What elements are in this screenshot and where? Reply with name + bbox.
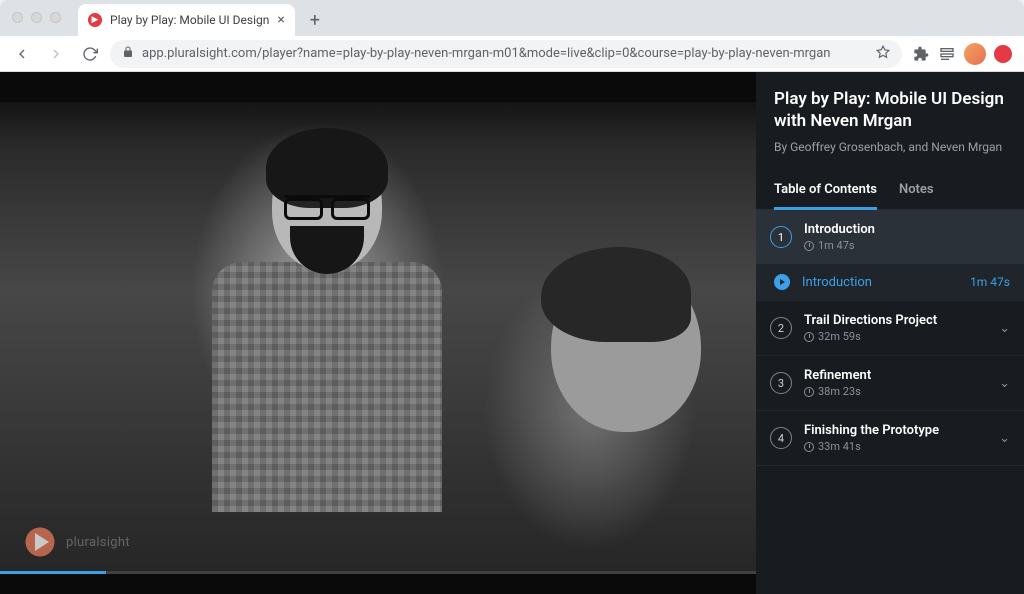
module-header[interactable]: 2 Trail Directions Project 32m 59s ⌄	[756, 301, 1024, 355]
browser-toolbar: app.pluralsight.com/player?name=play-by-…	[0, 36, 1024, 72]
chevron-down-icon: ⌄	[999, 376, 1010, 391]
course-header: Play by Play: Mobile UI Design with Neve…	[756, 72, 1024, 166]
reading-list-icon[interactable]	[938, 45, 956, 63]
module-number: 1	[770, 226, 792, 248]
address-bar[interactable]: app.pluralsight.com/player?name=play-by-…	[110, 40, 902, 68]
module-header[interactable]: 1 Introduction 1m 47s ⌄	[756, 210, 1024, 264]
titlebar: ▶ Play by Play: Mobile UI Design × +	[0, 0, 1024, 36]
video-progress-fill	[0, 571, 106, 574]
clock-icon	[804, 332, 814, 342]
window-controls	[12, 12, 61, 23]
module-4: 4 Finishing the Prototype 33m 41s ⌄	[756, 411, 1024, 466]
module-number: 2	[770, 317, 792, 339]
extension-badge-icon[interactable]	[994, 45, 1012, 63]
video-player[interactable]: pluralsight	[0, 72, 756, 594]
chevron-down-icon: ⌄	[999, 431, 1010, 446]
nav-reload-button[interactable]	[76, 40, 104, 68]
module-header[interactable]: 3 Refinement 38m 23s ⌄	[756, 356, 1024, 410]
video-subject-1	[212, 140, 442, 520]
video-frame	[0, 102, 756, 574]
nav-forward-button[interactable]	[42, 40, 70, 68]
bookmark-star-icon[interactable]	[876, 45, 890, 63]
favicon-icon: ▶	[88, 13, 102, 27]
watermark-text: pluralsight	[66, 535, 130, 550]
module-header[interactable]: 4 Finishing the Prototype 33m 41s ⌄	[756, 411, 1024, 465]
clip-duration: 1m 47s	[970, 275, 1010, 289]
url-text: app.pluralsight.com/player?name=play-by-…	[142, 46, 868, 61]
module-1: 1 Introduction 1m 47s ⌄ Introduction 1m …	[756, 210, 1024, 301]
chevron-down-icon: ⌄	[999, 321, 1010, 336]
extensions-icon[interactable]	[912, 45, 930, 63]
browser-window: ▶ Play by Play: Mobile UI Design × + app…	[0, 0, 1024, 594]
video-subject-2	[511, 262, 741, 582]
play-icon	[774, 274, 790, 290]
module-title: Refinement	[804, 368, 987, 383]
lock-icon	[122, 46, 134, 62]
clip-list: Introduction 1m 47s	[756, 264, 1024, 300]
module-duration: 38m 23s	[804, 385, 987, 398]
module-list: 1 Introduction 1m 47s ⌄ Introduction 1m …	[756, 210, 1024, 594]
profile-avatar[interactable]	[964, 43, 986, 65]
tab-table-of-contents[interactable]: Table of Contents	[774, 172, 877, 209]
clip-title: Introduction	[802, 275, 958, 290]
tab-title: Play by Play: Mobile UI Design	[110, 13, 269, 27]
tab-close-icon[interactable]: ×	[277, 12, 284, 28]
module-number: 3	[770, 372, 792, 394]
brand-watermark: pluralsight	[18, 520, 130, 564]
module-title: Trail Directions Project	[804, 313, 987, 328]
module-duration: 32m 59s	[804, 330, 987, 343]
module-duration: 1m 47s	[804, 239, 1010, 252]
module-title: Introduction	[804, 222, 1010, 237]
new-tab-button[interactable]: +	[301, 6, 329, 34]
sidebar-tabs: Table of Contents Notes	[756, 172, 1024, 210]
course-sidebar: Play by Play: Mobile UI Design with Neve…	[756, 72, 1024, 594]
tab-notes[interactable]: Notes	[899, 172, 934, 209]
clock-icon	[804, 241, 814, 251]
window-maximize[interactable]	[50, 12, 61, 23]
course-authors: By Geoffrey Grosenbach, and Neven Mrgan	[774, 140, 1006, 154]
clock-icon	[804, 387, 814, 397]
course-title: Play by Play: Mobile UI Design with Neve…	[774, 88, 1006, 132]
page-content: pluralsight Play by Play: Mobile UI Desi…	[0, 72, 1024, 594]
window-close[interactable]	[12, 12, 23, 23]
pluralsight-logo-icon	[18, 520, 62, 564]
module-number: 4	[770, 427, 792, 449]
clip-item[interactable]: Introduction 1m 47s	[756, 264, 1024, 300]
module-2: 2 Trail Directions Project 32m 59s ⌄	[756, 301, 1024, 356]
toolbar-right	[908, 43, 1016, 65]
module-duration: 33m 41s	[804, 440, 987, 453]
browser-tab[interactable]: ▶ Play by Play: Mobile UI Design ×	[78, 4, 295, 36]
module-title: Finishing the Prototype	[804, 423, 987, 438]
nav-back-button[interactable]	[8, 40, 36, 68]
module-3: 3 Refinement 38m 23s ⌄	[756, 356, 1024, 411]
clock-icon	[804, 442, 814, 452]
window-minimize[interactable]	[31, 12, 42, 23]
video-progress-bar[interactable]	[0, 571, 756, 574]
